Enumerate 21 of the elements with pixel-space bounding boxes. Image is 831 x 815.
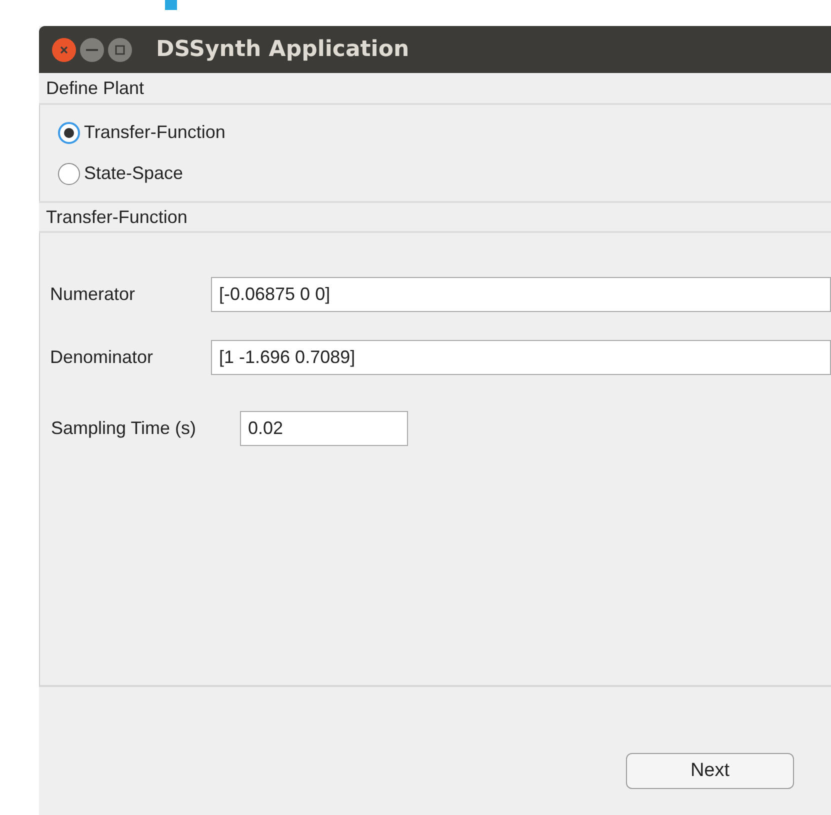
text-field[interactable]: [-0.06875 0 0] (211, 277, 831, 312)
radio-button[interactable] (58, 162, 80, 184)
maximize-button[interactable] (108, 38, 132, 62)
text-field[interactable]: [1 -1.696 0.7089] (211, 340, 831, 375)
text-field[interactable]: 0.02 (240, 411, 408, 446)
radio-option[interactable]: State-Space (58, 160, 831, 187)
field-label: Numerator (50, 283, 136, 306)
minimize-button[interactable] (80, 38, 104, 62)
close-button[interactable] (52, 38, 76, 62)
field-label: Sampling Time (s) (51, 417, 198, 440)
next-button[interactable]: Next (626, 753, 794, 789)
maximize-icon (115, 44, 125, 54)
field-label: Denominator (50, 346, 154, 369)
edge-marker (165, 0, 177, 10)
section-header: Transfer-Function (39, 201, 831, 233)
section-header: Define Plant (39, 73, 831, 105)
minimize-icon (86, 48, 98, 50)
window-title: DSSynth Application (156, 36, 410, 64)
radio-option[interactable]: Transfer-Function (58, 119, 831, 146)
radio-button[interactable] (58, 122, 80, 144)
close-icon (59, 44, 69, 54)
